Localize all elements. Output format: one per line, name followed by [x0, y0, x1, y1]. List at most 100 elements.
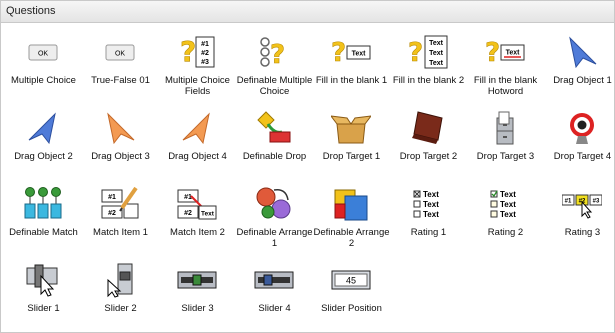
svg-text:Text: Text	[500, 210, 516, 219]
rating-checked-list-icon: Text Text Text	[485, 186, 525, 222]
svg-text:OK: OK	[115, 51, 125, 58]
item-label: Fill in the blank 1	[315, 75, 388, 86]
item-true-false-01[interactable]: OK True-False 01	[82, 28, 159, 104]
slider-bar-alt-icon	[254, 262, 294, 298]
ok-button-icon: OK	[100, 34, 140, 70]
item-label: Match Item 2	[170, 227, 225, 238]
item-label: Drop Target 2	[399, 151, 458, 162]
item-rating-3[interactable]: #1#2#3 Rating 3	[544, 180, 615, 256]
item-fill-in-the-blank-hotword[interactable]: ? Text Fill in the blank Hotword	[467, 28, 544, 104]
match-pencil-icon: #1 #2	[100, 186, 140, 222]
item-label: Definable Arrange 1	[236, 227, 313, 249]
slider-handle-icon	[100, 262, 140, 298]
item-slider-position[interactable]: 45 Slider Position	[313, 256, 390, 332]
item-drag-object-3[interactable]: Drag Object 3	[82, 104, 159, 180]
item-slider-1[interactable]: Slider 1	[5, 256, 82, 332]
item-label: Drop Target 3	[476, 151, 535, 162]
briefcase-icon	[408, 110, 448, 146]
svg-text:Text: Text	[506, 50, 521, 57]
svg-text:OK: OK	[38, 51, 48, 58]
item-drop-target-1[interactable]: Drop Target 1	[313, 104, 390, 180]
orange-arrow-left-icon	[177, 110, 217, 146]
item-label: Rating 1	[410, 227, 447, 238]
item-drag-object-1[interactable]: Drag Object 1	[544, 28, 615, 104]
svg-text:Text: Text	[500, 190, 516, 199]
item-definable-arrange-2[interactable]: Definable Arrange 2	[313, 180, 390, 256]
match-buckets-icon	[23, 186, 63, 222]
item-label: Match Item 1	[93, 227, 148, 238]
question-numbered-fields-icon: ? #1 #2 #3	[177, 34, 217, 70]
item-label: Rating 2	[487, 227, 524, 238]
item-label: Slider 3	[181, 303, 214, 314]
item-definable-drop[interactable]: Definable Drop	[236, 104, 313, 180]
question-text-stack-icon: ? Text Text Text	[408, 34, 448, 70]
item-label: Drop Target 1	[322, 151, 381, 162]
target-icon	[562, 110, 602, 146]
item-definable-arrange-1[interactable]: Definable Arrange 1	[236, 180, 313, 256]
ok-button-icon: OK	[23, 34, 63, 70]
svg-text:Text: Text	[429, 50, 444, 57]
svg-text:#2: #2	[108, 210, 116, 217]
svg-text:#1: #1	[184, 194, 192, 201]
svg-text:#1: #1	[201, 41, 209, 48]
item-drag-object-2[interactable]: Drag Object 2	[5, 104, 82, 180]
arrange-squares-icon	[331, 186, 371, 222]
svg-text:#2: #2	[184, 210, 192, 217]
item-slider-3[interactable]: Slider 3	[159, 256, 236, 332]
svg-text:Text: Text	[429, 60, 444, 67]
rating-numbers-icon: #1#2#3	[562, 186, 602, 222]
item-slider-2[interactable]: Slider 2	[82, 256, 159, 332]
item-label: Multiple Choice	[11, 75, 76, 86]
item-label: Definable Multiple Choice	[236, 75, 313, 97]
item-label: Rating 3	[564, 227, 601, 238]
item-label: Drag Object 4	[168, 151, 227, 162]
item-label: True-False 01	[91, 75, 150, 86]
item-match-item-2[interactable]: #1 #2 Text Match Item 2	[159, 180, 236, 256]
questions-panel: Questions OK Multiple Choice OK True-Fal…	[0, 0, 615, 333]
item-fill-in-the-blank-1[interactable]: ? Text Fill in the blank 1	[313, 28, 390, 104]
slider-cursor-icon	[23, 262, 63, 298]
item-fill-in-the-blank-2[interactable]: ? Text Text Text Fill in the blank 2	[390, 28, 467, 104]
item-slider-4[interactable]: Slider 4	[236, 256, 313, 332]
file-cabinet-icon	[485, 110, 525, 146]
item-match-item-1[interactable]: #1 #2 Match Item 1	[82, 180, 159, 256]
svg-text:Text: Text	[201, 211, 215, 218]
svg-text:#3: #3	[593, 199, 600, 205]
item-definable-multiple-choice[interactable]: ? Definable Multiple Choice	[236, 28, 313, 104]
item-drop-target-2[interactable]: Drop Target 2	[390, 104, 467, 180]
item-rating-1[interactable]: Text Text Text Rating 1	[390, 180, 467, 256]
svg-text:?: ?	[270, 40, 285, 70]
blue-arrow-left-icon	[23, 110, 63, 146]
item-drop-target-4[interactable]: Drop Target 4	[544, 104, 615, 180]
svg-text:?: ?	[180, 35, 196, 68]
item-label: Definable Match	[9, 227, 78, 238]
rating-list-icon: Text Text Text	[408, 186, 448, 222]
question-text-field-icon: ? Text	[331, 34, 371, 70]
svg-text:Text: Text	[423, 200, 439, 209]
item-label: Slider Position	[321, 303, 382, 314]
open-box-icon	[331, 110, 371, 146]
item-label: Slider 1	[27, 303, 60, 314]
item-drag-object-4[interactable]: Drag Object 4	[159, 104, 236, 180]
item-multiple-choice-fields[interactable]: ? #1 #2 #3 Multiple Choice Fields	[159, 28, 236, 104]
drop-diamond-icon	[254, 110, 294, 146]
svg-text:#1: #1	[565, 199, 572, 205]
svg-text:Text: Text	[423, 210, 439, 219]
svg-text:#2: #2	[201, 50, 209, 57]
svg-text:#1: #1	[108, 194, 116, 201]
slider-bar-icon	[177, 262, 217, 298]
blue-arrow-icon	[562, 34, 602, 70]
item-label: Definable Drop	[242, 151, 307, 162]
item-label: Slider 4	[258, 303, 291, 314]
item-label: Slider 2	[104, 303, 137, 314]
item-drop-target-3[interactable]: Drop Target 3	[467, 104, 544, 180]
item-label: Drag Object 1	[553, 75, 612, 86]
item-multiple-choice[interactable]: OK Multiple Choice	[5, 28, 82, 104]
item-definable-match[interactable]: Definable Match	[5, 180, 82, 256]
item-label: Fill in the blank 2	[392, 75, 465, 86]
item-rating-2[interactable]: Text Text Text Rating 2	[467, 180, 544, 256]
item-label: Drag Object 2	[14, 151, 73, 162]
slider-position-icon: 45	[331, 262, 371, 298]
arrange-circles-icon	[254, 186, 294, 222]
svg-text:?: ?	[408, 38, 423, 68]
